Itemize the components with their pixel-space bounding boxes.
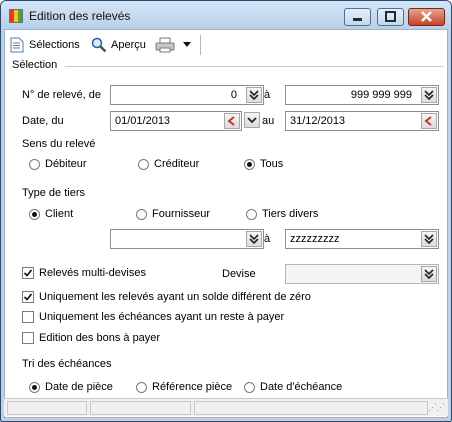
printer-icon: [155, 37, 175, 53]
sens-radio-crediteur[interactable]: [138, 159, 149, 170]
toolbar: Sélections Aperçu: [5, 30, 447, 58]
releve-from-field[interactable]: 0: [110, 85, 264, 105]
tri-label: Tri des échéances: [22, 358, 112, 370]
selections-button[interactable]: Sélections: [10, 37, 80, 53]
tiers-radio-fournisseur[interactable]: [136, 209, 147, 220]
tri-radio-date-echeance[interactable]: [244, 382, 255, 393]
reste-payer-label: Uniquement les échéances ayant un reste …: [39, 311, 285, 323]
date-from-value: 01/01/2013: [115, 115, 171, 127]
toolbar-separator: [200, 35, 201, 55]
title-bar[interactable]: Edition des relevés: [1, 1, 451, 29]
tiers-fournisseur-label: Fournisseur: [152, 208, 211, 220]
tri-date-echeance-label: Date d'échéance: [260, 381, 343, 393]
sens-tous-label: Tous: [260, 158, 284, 170]
minimize-icon: [353, 18, 362, 21]
tiers-to-spin-button[interactable]: [421, 231, 437, 247]
date-to-value: 31/12/2013: [290, 115, 346, 127]
window-title: Edition des relevés: [29, 9, 131, 23]
dialog-body: Sélections Aperçu Sélection N° de relevé…: [4, 29, 448, 418]
date-au-label: au: [262, 115, 275, 127]
status-cell-2: [90, 401, 191, 415]
double-chevron-icon: [424, 234, 434, 245]
sens-debiteur-label: Débiteur: [45, 158, 87, 170]
apercu-button[interactable]: Aperçu: [91, 37, 146, 53]
minimize-button[interactable]: [344, 8, 371, 26]
date-from-dropdown-button[interactable]: [244, 112, 260, 128]
print-dropdown[interactable]: [182, 39, 192, 49]
group-divider: [65, 66, 443, 67]
releve-to-field[interactable]: 999 999 999: [285, 85, 439, 105]
multicolor-app-icon: [9, 9, 23, 23]
apercu-label: Aperçu: [111, 39, 146, 51]
sens-crediteur-label: Créditeur: [154, 158, 200, 170]
releve-from-spin-button[interactable]: [246, 87, 262, 103]
bons-payer-checkbox[interactable]: [22, 332, 34, 344]
multidevises-checkbox[interactable]: [22, 267, 34, 279]
chevron-down-icon: [247, 117, 257, 124]
solde-zero-label: Uniquement les relevés ayant un solde di…: [39, 291, 311, 303]
tiers-from-spin-button[interactable]: [246, 231, 262, 247]
releve-label: N° de relevé, de: [22, 89, 101, 101]
print-button[interactable]: [155, 37, 175, 53]
app-window: Edition des relevés Sélections Aperçu Sé…: [0, 0, 452, 422]
document-icon: [10, 37, 24, 53]
devise-label: Devise: [222, 268, 256, 280]
date-to-field[interactable]: 31/12/2013: [285, 111, 439, 131]
selection-group-label: Sélection: [12, 59, 58, 71]
tri-date-piece-label: Date de pièce: [45, 381, 113, 393]
type-tiers-label: Type de tiers: [22, 187, 85, 199]
close-button[interactable]: [408, 8, 445, 26]
date-label: Date, du: [22, 115, 64, 127]
releve-to-spin-button[interactable]: [421, 87, 437, 103]
date-to-calendar-button[interactable]: [421, 113, 437, 129]
releve-to-value: 999 999 999: [350, 89, 412, 101]
maximize-icon: [385, 11, 396, 22]
solde-zero-checkbox[interactable]: [22, 291, 34, 303]
resize-grip-icon[interactable]: ⋰⋰: [428, 402, 445, 413]
tiers-from-field[interactable]: [110, 229, 264, 249]
status-cell-1: [7, 401, 87, 415]
tri-radio-reference[interactable]: [136, 382, 147, 393]
selections-label: Sélections: [29, 39, 80, 51]
double-chevron-icon: [249, 234, 259, 245]
close-icon: [421, 11, 432, 22]
tiers-divers-label: Tiers divers: [262, 208, 319, 220]
reste-payer-checkbox[interactable]: [22, 311, 34, 323]
checkmark-icon: [23, 269, 33, 277]
multidevises-label: Relevés multi-devises: [39, 267, 146, 279]
releve-from-value: 0: [230, 89, 237, 101]
releve-a-label: à: [264, 89, 271, 101]
maximize-button[interactable]: [377, 8, 404, 26]
tri-reference-label: Référence pièce: [152, 381, 233, 393]
checkmark-icon: [23, 293, 33, 301]
tiers-to-field[interactable]: zzzzzzzzz: [285, 229, 439, 249]
sens-label: Sens du relevé: [22, 138, 96, 150]
tiers-to-value: zzzzzzzzz: [290, 233, 340, 245]
double-chevron-icon: [249, 90, 259, 101]
double-chevron-icon: [424, 269, 434, 280]
tiers-radio-client[interactable]: [29, 209, 40, 220]
devise-select[interactable]: [285, 264, 439, 284]
sens-radio-debiteur[interactable]: [29, 159, 40, 170]
tri-radio-date-piece[interactable]: [29, 382, 40, 393]
tiers-a-label: à: [264, 233, 271, 245]
devise-dropdown-button[interactable]: [421, 266, 437, 282]
calendar-arrow-icon: [227, 116, 235, 126]
double-chevron-icon: [424, 90, 434, 101]
status-cell-3: [194, 401, 428, 415]
tiers-radio-divers[interactable]: [246, 209, 257, 220]
chevron-down-icon: [183, 42, 191, 47]
date-from-field[interactable]: 01/01/2013: [110, 111, 242, 131]
sens-radio-tous[interactable]: [244, 159, 255, 170]
magnifier-icon: [91, 37, 107, 53]
tiers-client-label: Client: [45, 208, 74, 220]
date-from-calendar-button[interactable]: [224, 113, 240, 129]
status-bar: ⋰⋰: [4, 398, 448, 416]
calendar-arrow-icon: [424, 116, 432, 126]
bons-payer-label: Edition des bons à payer: [39, 332, 161, 344]
